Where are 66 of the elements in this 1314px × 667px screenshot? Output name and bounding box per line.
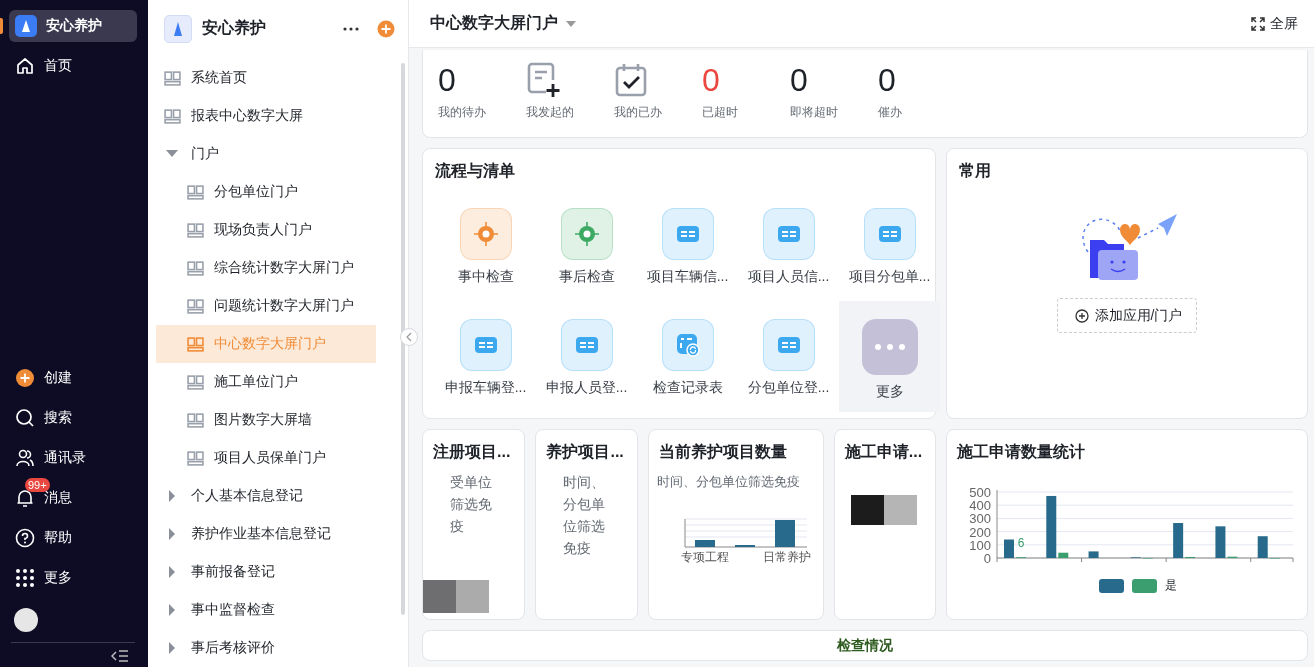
app-bar-item[interactable]: 通讯录	[9, 442, 137, 474]
widget-title: 养护项目...	[546, 442, 625, 462]
app-bar-item[interactable]: 首页	[9, 50, 137, 82]
nav-item[interactable]: 综合统计数字大屏门户	[156, 249, 376, 287]
app-shortcut[interactable]: 检查记录表	[637, 301, 738, 412]
nav-group[interactable]: 事后考核评价	[156, 629, 376, 667]
stat-label[interactable]: 已超时	[702, 104, 738, 121]
widget-text: 受单位筛选免疫	[450, 473, 492, 536]
axis-tick-label: 400	[969, 498, 992, 514]
app-shortcut[interactable]: 申报车辆登...	[435, 301, 536, 412]
stat-value: 0	[702, 62, 720, 98]
stat-label[interactable]: 我发起的	[526, 104, 574, 121]
widget-title: 注册项目...	[433, 442, 512, 462]
page-title[interactable]: 中心数字大屏门户	[430, 13, 558, 34]
nav-group[interactable]: 事前报备登记	[156, 553, 376, 591]
axis-tick-label: 500	[969, 485, 992, 500]
app-bar-item[interactable]: 搜索	[9, 402, 137, 434]
stat-label[interactable]: 我的待办	[438, 104, 486, 121]
axis-tick-label: 0	[984, 551, 992, 566]
nav-item[interactable]: 项目人员保单门户	[156, 439, 376, 477]
widget-title: 施工申请...	[844, 442, 924, 462]
fullscreen-button[interactable]: 全屏	[1251, 14, 1298, 33]
legend-label[interactable]: 是	[1165, 577, 1178, 594]
nav-item[interactable]: 系统首页	[156, 59, 376, 97]
nav-group[interactable]: 门户	[156, 135, 376, 173]
nav-title: 安心养护	[202, 18, 267, 38]
widget-text: 时间、分包单位筛选免疫	[656, 473, 801, 491]
stat-value: 0	[790, 62, 808, 98]
axis-tick-label: 200	[969, 524, 992, 540]
app-shortcut[interactable]: 项目分包单...	[839, 190, 940, 301]
stat-value: 0	[438, 62, 456, 98]
app-shortcut[interactable]: 分包单位登...	[738, 301, 839, 412]
stat-label[interactable]: 我的已办	[614, 104, 662, 121]
widget-title: 当前养护项目数量	[658, 442, 788, 462]
data-label: 6	[1017, 536, 1025, 551]
nav-item[interactable]: 图片数字大屏墙	[156, 401, 376, 439]
nav-group[interactable]: 事中监督检查	[156, 591, 376, 629]
app-shortcut[interactable]: 项目车辆信...	[637, 190, 738, 301]
app-shortcut[interactable]: 事后检查	[536, 190, 637, 301]
nav-item[interactable]: 报表中心数字大屏	[156, 97, 376, 135]
nav-item[interactable]: 施工单位门户	[156, 363, 376, 401]
stat-label[interactable]: 催办	[878, 104, 902, 121]
section-title[interactable]: 检查情况	[422, 630, 1308, 661]
app-shortcut[interactable]: 申报人员登...	[536, 301, 637, 412]
axis-label: 日常养护	[762, 549, 811, 566]
card-title: 流程与清单	[435, 162, 515, 179]
app-shortcut[interactable]: 事中检查	[435, 190, 536, 301]
card-title: 常用	[959, 161, 991, 181]
stat-value: 0	[878, 62, 896, 98]
nav-item[interactable]: 现场负责人门户	[156, 211, 376, 249]
widget-title: 施工申请数量统计	[957, 442, 1087, 462]
nav-group[interactable]: 养护作业基本信息登记	[156, 515, 376, 553]
nav-group[interactable]: 个人基本信息登记	[156, 477, 376, 515]
stat-label[interactable]: 即将超时	[790, 104, 838, 121]
axis-tick-label: 100	[969, 537, 992, 553]
nav-item[interactable]: 分包单位门户	[156, 173, 376, 211]
app-bar-item[interactable]: 更多	[9, 562, 137, 594]
add-app-button[interactable]: 添加应用/门户	[1056, 298, 1198, 333]
axis-tick-label: 300	[969, 511, 992, 527]
count-badge: 99+	[25, 478, 50, 492]
app-shortcut[interactable]: 项目人员信...	[738, 190, 839, 301]
axis-label: 专项工程	[680, 549, 729, 566]
app-bar-item[interactable]: 创建	[9, 362, 137, 394]
app-bar-item[interactable]: 帮助	[9, 522, 137, 554]
nav-item[interactable]: 问题统计数字大屏门户	[156, 287, 376, 325]
widget-text: 时间、分包单位筛选免疫	[563, 473, 606, 558]
